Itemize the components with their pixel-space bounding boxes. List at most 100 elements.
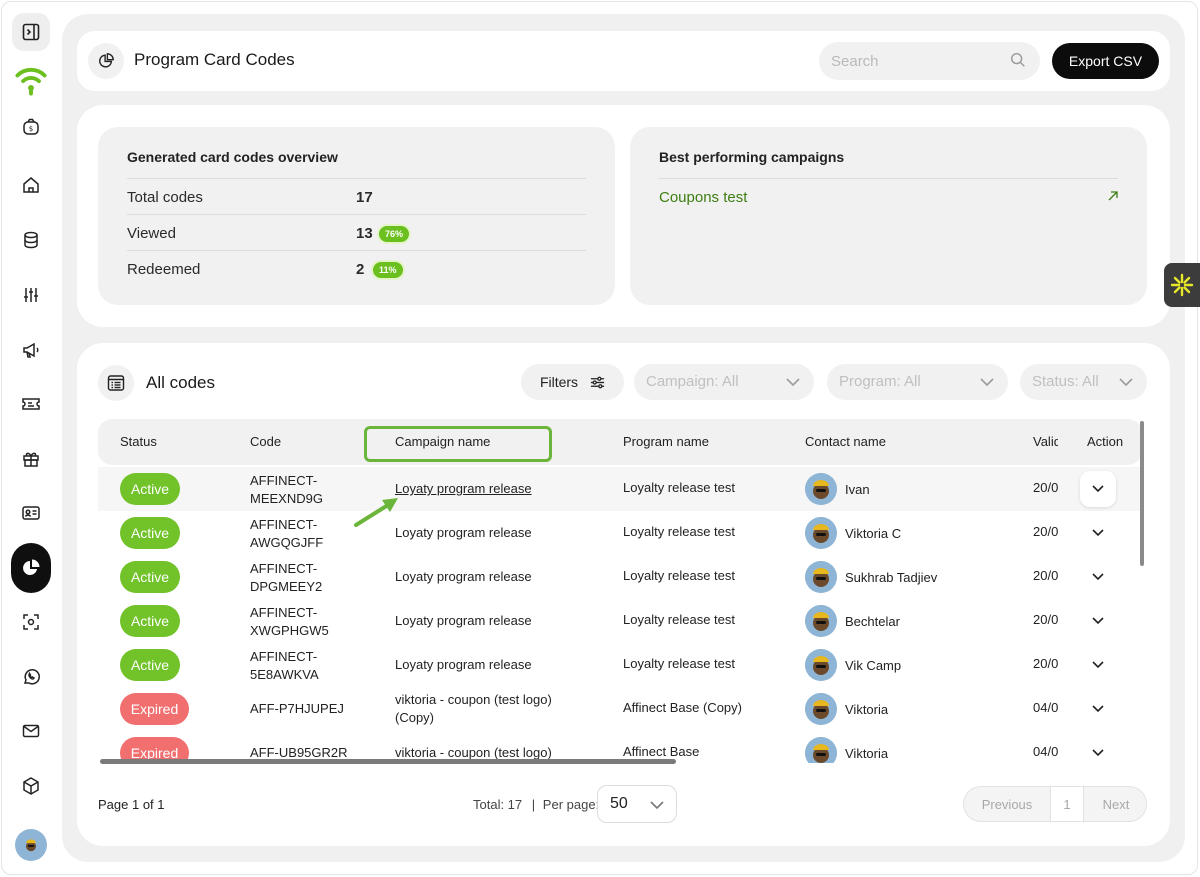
export-csv-button[interactable]: Export CSV (1052, 43, 1159, 79)
code-cell: AFFINECT- AWGQGJFF (250, 516, 350, 552)
sidebar-item-home[interactable] (11, 165, 51, 205)
campaign-cell: Loyaty program release (395, 525, 532, 540)
sidebar-item-scan[interactable] (11, 602, 51, 642)
code-line: MEEXND9G (250, 491, 323, 506)
divider (659, 178, 1118, 179)
status-badge: Active (120, 605, 180, 637)
code-cell: AFFINECT- XWGPHGW5 (250, 604, 350, 640)
sidebar-item-rewards[interactable]: $ (11, 107, 51, 147)
sidebar-toggle-button[interactable] (12, 13, 50, 51)
sidebar-item-tickets[interactable] (11, 384, 51, 424)
status-badge: Active (120, 561, 180, 593)
table-row[interactable]: Active AFFINECT- XWGPHGW5 Loyaty program … (98, 599, 1142, 643)
search-input[interactable] (819, 42, 1040, 80)
table-row[interactable]: Active AFFINECT- AWGQGJFF Loyaty program … (98, 511, 1142, 555)
page-icon (88, 43, 124, 79)
floating-widget-button[interactable] (1164, 263, 1200, 307)
column-contact-name[interactable]: Contact name (805, 434, 886, 449)
contact-cell: Sukhrab Tadjiev (805, 561, 937, 593)
contact-cell: Viktoria (805, 693, 888, 725)
vertical-scrollbar[interactable] (1140, 421, 1144, 566)
contact-avatar (805, 649, 837, 681)
sidebar-item-mail[interactable] (11, 711, 51, 751)
campaign-filter-select[interactable]: Campaign: All (634, 364, 814, 400)
chevron-down-icon (1119, 378, 1133, 387)
program-filter-value: Program: All (839, 373, 921, 390)
campaign-line: viktoria - coupon (test logo) (395, 692, 552, 707)
row-action-button[interactable] (1080, 691, 1116, 727)
campaign-column-highlight (364, 426, 552, 462)
user-avatar-image (21, 835, 41, 855)
contact-name: Ivan (845, 481, 870, 497)
sidebar-item-whatsapp[interactable] (11, 657, 51, 697)
sidebar-item-products[interactable] (11, 766, 51, 806)
all-codes-section: All codes Filters Campaign: All Program:… (77, 343, 1170, 846)
codes-icon-wrap (98, 365, 134, 401)
sidebar-item-database[interactable] (11, 220, 51, 260)
row-action-button[interactable] (1080, 647, 1116, 683)
table-row[interactable]: Active AFFINECT- DPGMEEY2 Loyaty program … (98, 555, 1142, 599)
sidebar-item-settings[interactable] (11, 275, 51, 315)
overview-value: 17 (356, 189, 373, 206)
column-code[interactable]: Code (250, 434, 281, 449)
code-line: AFFINECT- (250, 517, 318, 532)
table-row[interactable]: Expired AFF-P7HJUPEJ viktoria - coupon (… (98, 687, 1142, 731)
program-filter-select[interactable]: Program: All (827, 364, 1008, 400)
contact-cell: Vik Camp (805, 649, 901, 681)
row-action-button[interactable] (1080, 471, 1116, 507)
sidebar-item-gifts[interactable] (11, 439, 51, 479)
program-cell: Loyalty release test (623, 524, 736, 539)
sidebar-item-reports[interactable] (11, 543, 51, 593)
table-row[interactable]: Active AFFINECT- MEEXND9G Loyaty program … (98, 467, 1142, 511)
chevron-down-icon (1092, 705, 1104, 713)
filters-button[interactable]: Filters (521, 364, 624, 400)
row-action-button[interactable] (1080, 603, 1116, 639)
code-cell: AFFINECT- MEEXND9G (250, 472, 350, 508)
per-page-select[interactable]: 50 (597, 785, 677, 823)
arrow-up-right-icon[interactable] (1107, 190, 1119, 202)
status-filter-select[interactable]: Status: All (1020, 364, 1147, 400)
next-page-button[interactable]: Next (1084, 787, 1146, 821)
row-action-button[interactable] (1080, 559, 1116, 595)
codes-title: All codes (146, 373, 215, 392)
page-header: Program Card Codes Export CSV (77, 31, 1170, 91)
best-campaign-link[interactable]: Coupons test (659, 189, 747, 206)
status-filter-value: Status: All (1032, 373, 1099, 390)
row-action-button[interactable] (1080, 515, 1116, 551)
contact-cell: Ivan (805, 473, 870, 505)
id-card-icon (22, 506, 40, 520)
program-cell: Loyalty release test (623, 480, 736, 495)
campaign-link[interactable]: Loyaty program release (395, 480, 532, 498)
code-line: XWGPHGW5 (250, 623, 329, 638)
mail-icon (22, 724, 40, 738)
percent-badge: 11% (371, 260, 405, 280)
previous-page-button[interactable]: Previous (964, 787, 1050, 821)
whatsapp-icon (23, 669, 40, 685)
filter-sliders-icon (591, 376, 605, 388)
valid-cell: 04/0 (1033, 744, 1058, 759)
contact-avatar (805, 737, 837, 763)
sidebar-item-contacts[interactable] (11, 493, 51, 533)
sidebar-item-campaigns[interactable] (11, 330, 51, 370)
brand-logo[interactable] (11, 60, 51, 100)
total-info: Total: 17 | Per page: (473, 797, 599, 812)
table-row[interactable]: Active AFFINECT- 5E8AWKVA Loyaty program … (98, 643, 1142, 687)
campaign-cell: Loyaty program release (395, 569, 532, 584)
column-valid[interactable]: Valid (1033, 434, 1058, 449)
code-line: AFFINECT- (250, 605, 318, 620)
column-status[interactable]: Status (120, 434, 157, 449)
best-campaigns-card: Best performing campaigns Coupons test (630, 127, 1147, 305)
megaphone-icon (23, 342, 39, 358)
horizontal-scrollbar[interactable] (100, 759, 676, 764)
user-avatar[interactable] (15, 829, 47, 861)
code-line: AFFINECT- (250, 473, 318, 488)
row-action-button[interactable] (1080, 735, 1116, 763)
page-info: Page 1 of 1 (98, 797, 165, 812)
separator: | (531, 797, 536, 812)
valid-cell: 20/0 (1033, 568, 1058, 583)
wifi-logo-icon (15, 67, 47, 96)
column-program-name[interactable]: Program name (623, 434, 709, 449)
codes-table-body: Active AFFINECT- MEEXND9G Loyaty program … (98, 467, 1142, 763)
chevron-down-icon (1092, 661, 1104, 669)
page-number-button[interactable]: 1 (1050, 787, 1084, 821)
